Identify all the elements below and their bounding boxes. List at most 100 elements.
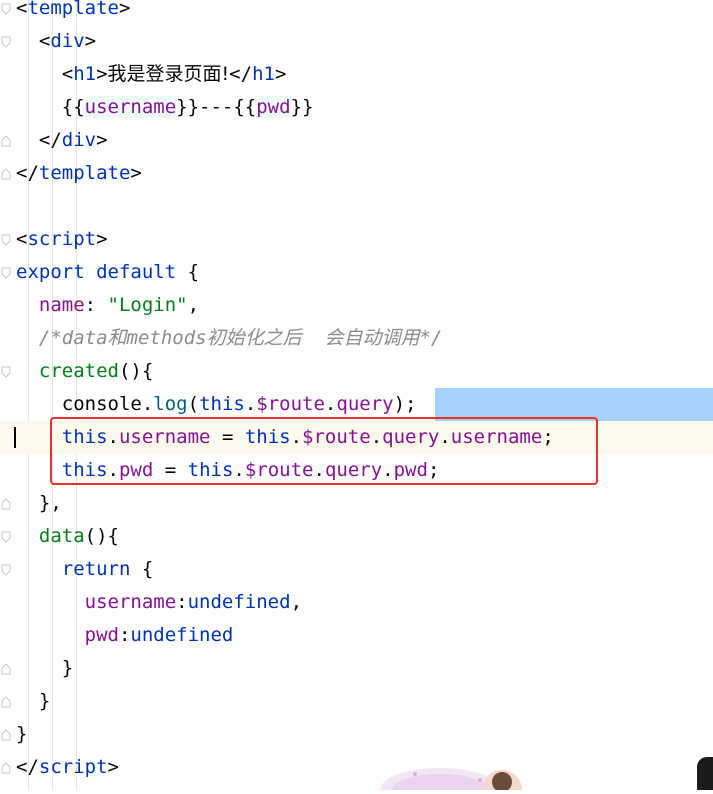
fold-open-icon[interactable] (1, 3, 11, 15)
code-text: username:undefined, (16, 586, 302, 619)
code-line[interactable]: } (0, 718, 713, 751)
fold-open-icon[interactable] (1, 234, 11, 246)
code-text: <div> (16, 25, 96, 58)
code-token: username (84, 591, 177, 613)
code-text: <script> (16, 223, 108, 256)
code-text: pwd:undefined (16, 619, 234, 652)
code-token: > (130, 162, 142, 184)
code-token: > (96, 129, 108, 151)
code-token: > (96, 63, 108, 85)
code-token: < (16, 30, 51, 52)
code-line[interactable]: export default { (0, 256, 713, 289)
code-token: }} (290, 96, 314, 118)
code-text: } (16, 718, 27, 751)
fold-close-icon[interactable] (1, 762, 11, 774)
code-line[interactable]: /*data和methods初始化之后 会自动调用*/ (0, 322, 713, 355)
code-line[interactable]: {{username}}---{{pwd}} (0, 91, 713, 124)
code-token: username (84, 96, 177, 118)
code-token: ( (187, 393, 200, 415)
fold-close-icon[interactable] (1, 498, 11, 510)
code-line[interactable]: <script> (0, 223, 713, 256)
code-token: . (324, 393, 337, 415)
code-line[interactable]: </script> (0, 751, 713, 784)
fold-close-icon[interactable] (1, 168, 11, 180)
code-text: </template> (16, 157, 142, 190)
code-line[interactable]: data(){ (0, 520, 713, 553)
code-token: query (336, 393, 394, 415)
fold-open-icon[interactable] (1, 366, 11, 378)
code-token: < (16, 63, 74, 85)
code-token: template (38, 162, 131, 184)
window-corner (697, 757, 713, 790)
code-line[interactable]: }, (0, 487, 713, 520)
code-token: console. (16, 393, 154, 415)
code-token: < (16, 228, 28, 250)
code-token: (){ (118, 360, 154, 382)
code-text: <template> (16, 0, 130, 25)
code-text: created(){ (16, 355, 153, 388)
fold-open-icon[interactable] (1, 531, 11, 543)
code-token: div (61, 129, 97, 151)
decorative-sticker-image (370, 760, 570, 794)
code-token: </ (16, 756, 39, 778)
code-text: </div> (16, 124, 108, 157)
fold-open-icon[interactable] (1, 564, 11, 576)
code-editor[interactable]: <template> <div> <h1>我是登录页面!</h1> {{user… (0, 0, 713, 794)
code-text: return { (16, 553, 154, 586)
code-token: $route (256, 393, 325, 415)
code-text: export default { (16, 256, 199, 289)
fold-close-icon[interactable] (1, 135, 11, 147)
code-token: return (61, 558, 131, 580)
code-text: <h1>我是登录页面!</h1> (16, 58, 287, 91)
code-token: : (176, 591, 188, 613)
code-text: data(){ (16, 520, 119, 553)
code-text: </script> (16, 751, 119, 784)
code-token: "Login" (107, 294, 188, 316)
code-token: } (16, 690, 51, 712)
code-token: name (38, 294, 85, 316)
highlight-box (50, 417, 598, 485)
fold-close-icon[interactable] (1, 696, 11, 708)
code-token: </ (229, 63, 253, 85)
code-line[interactable]: name: "Login", (0, 289, 713, 322)
code-token: > (84, 30, 97, 52)
code-line[interactable]: </template> (0, 157, 713, 190)
code-token: script (27, 228, 97, 250)
code-line[interactable] (0, 190, 713, 223)
code-token: , (187, 294, 200, 316)
code-line[interactable]: created(){ (0, 355, 713, 388)
code-line[interactable]: <template> (0, 0, 713, 25)
code-line[interactable]: pwd:undefined (0, 619, 713, 652)
code-token: } (16, 723, 28, 745)
code-text: } (16, 652, 73, 685)
code-text: /*data和methods初始化之后 会自动调用*/ (16, 322, 442, 355)
code-line[interactable]: } (0, 652, 713, 685)
code-token: > (118, 0, 131, 19)
code-line[interactable]: username:undefined, (0, 586, 713, 619)
code-token: undefined (187, 591, 291, 613)
code-text: {{username}}---{{pwd}} (16, 91, 313, 124)
code-token: script (38, 756, 108, 778)
code-line[interactable]: } (0, 685, 713, 718)
code-token: ); (393, 393, 417, 415)
code-token: , (290, 591, 303, 613)
code-line[interactable]: </div> (0, 124, 713, 157)
code-line[interactable]: <h1>我是登录页面!</h1> (0, 58, 713, 91)
fold-open-icon[interactable] (1, 267, 11, 279)
code-line[interactable]: <div> (0, 25, 713, 58)
code-token: div (50, 30, 85, 52)
code-token: 我是登录页面! (107, 63, 230, 85)
code-token: this (199, 393, 245, 415)
fold-close-icon[interactable] (1, 729, 11, 741)
fold-open-icon[interactable] (1, 36, 11, 48)
code-line[interactable]: return { (0, 553, 713, 586)
fold-close-icon[interactable] (1, 663, 11, 675)
code-token: created (38, 360, 119, 382)
code-token: (){ (84, 525, 119, 547)
code-token: log (153, 393, 188, 415)
code-token: </ (16, 162, 39, 184)
code-token: : (118, 624, 131, 646)
